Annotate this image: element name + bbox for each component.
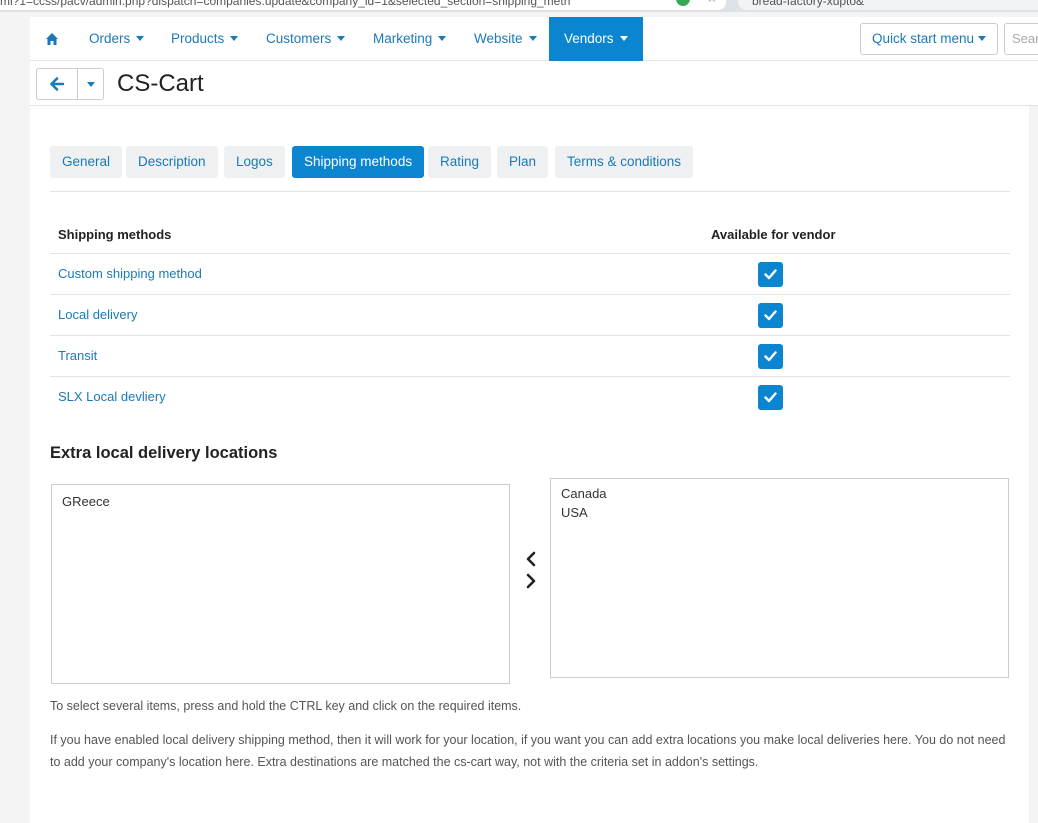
chevron-down-icon bbox=[619, 36, 628, 41]
tab-general[interactable]: General bbox=[50, 146, 123, 178]
browser-chrome: ml?1=ccss/pacv/admin.php?dispatch=compan… bbox=[0, 0, 1038, 12]
back-button[interactable] bbox=[36, 68, 78, 100]
browser-search-text: bread-factory-xupto& bbox=[752, 0, 865, 8]
shipping-method-link[interactable]: Transit bbox=[58, 348, 97, 363]
extra-locations-title: Extra local delivery locations bbox=[50, 444, 278, 462]
list-item[interactable]: Canada bbox=[561, 484, 998, 503]
nav-products[interactable]: Products bbox=[171, 17, 239, 61]
chevron-left-icon[interactable] bbox=[526, 551, 536, 567]
nav-products-label: Products bbox=[171, 31, 225, 46]
chevron-down-icon bbox=[528, 36, 537, 41]
nav-vendors[interactable]: Vendors bbox=[549, 17, 643, 61]
extension-icon[interactable] bbox=[676, 0, 690, 6]
nav-marketing-label: Marketing bbox=[373, 31, 433, 46]
nav-orders[interactable]: Orders bbox=[89, 17, 145, 61]
list-item[interactable]: GReece bbox=[62, 492, 499, 511]
checkmark-icon bbox=[764, 310, 777, 321]
nav-website-label: Website bbox=[474, 31, 523, 46]
chevron-down-icon bbox=[978, 36, 987, 41]
top-navbar: Orders Products Customers Marketing Webs… bbox=[30, 17, 1038, 61]
nav-customers-label: Customers bbox=[266, 31, 332, 46]
page-title: CS-Cart bbox=[117, 70, 204, 97]
chevron-down-icon bbox=[136, 36, 145, 41]
main-content: General Description Logos Shipping metho… bbox=[30, 106, 1029, 823]
tab-rating[interactable]: Rating bbox=[428, 146, 492, 178]
available-checkbox[interactable] bbox=[758, 344, 783, 369]
info-text: If you have enabled local delivery shipp… bbox=[50, 733, 1006, 769]
checkmark-icon bbox=[764, 351, 777, 362]
nav-home[interactable] bbox=[30, 17, 74, 61]
bookmark-star-icon[interactable]: ☆ bbox=[706, 0, 718, 5]
tab-plan[interactable]: Plan bbox=[497, 146, 549, 178]
nav-website[interactable]: Website bbox=[474, 17, 537, 61]
shipping-method-link[interactable]: Local delivery bbox=[58, 307, 138, 322]
address-bar-text: ml?1=ccss/pacv/admin.php?dispatch=compan… bbox=[0, 0, 571, 8]
available-checkbox[interactable] bbox=[758, 385, 783, 410]
nav-marketing[interactable]: Marketing bbox=[373, 17, 447, 61]
checkmark-icon bbox=[764, 392, 777, 403]
table-row: Custom shipping method bbox=[50, 253, 1010, 294]
nav-orders-label: Orders bbox=[89, 31, 131, 46]
left-gutter bbox=[0, 12, 30, 823]
tab-description[interactable]: Description bbox=[126, 146, 218, 178]
shipping-method-link[interactable]: SLX Local devliery bbox=[58, 389, 166, 404]
column-header-shipping-methods: Shipping methods bbox=[58, 227, 172, 242]
browser-search-tab[interactable]: bread-factory-xupto& bbox=[738, 0, 1038, 10]
move-arrows bbox=[526, 551, 536, 589]
column-header-available: Available for vendor bbox=[711, 227, 836, 242]
quick-start-label: Quick start menu bbox=[871, 31, 975, 46]
admin-search-placeholder: Search bbox=[1012, 31, 1038, 46]
chevron-down-icon bbox=[438, 36, 447, 41]
quick-start-menu-button[interactable]: Quick start menu bbox=[860, 23, 998, 55]
page-titlebar: CS-Cart bbox=[30, 61, 1038, 106]
chevron-down-icon bbox=[87, 82, 95, 87]
chevron-down-icon bbox=[230, 36, 239, 41]
tab-shipping-methods[interactable]: Shipping methods bbox=[292, 146, 425, 178]
home-icon bbox=[46, 33, 58, 45]
available-checkbox[interactable] bbox=[758, 303, 783, 328]
available-locations-list[interactable]: GReece bbox=[51, 484, 510, 684]
address-bar[interactable]: ml?1=ccss/pacv/admin.php?dispatch=compan… bbox=[0, 0, 726, 10]
nav-vendors-label: Vendors bbox=[564, 31, 614, 46]
checkmark-icon bbox=[764, 269, 777, 280]
table-row: Transit bbox=[50, 335, 1010, 376]
tabs-divider bbox=[50, 191, 1010, 192]
available-checkbox[interactable] bbox=[758, 262, 783, 287]
shipping-method-link[interactable]: Custom shipping method bbox=[58, 266, 202, 281]
chevron-down-icon bbox=[337, 36, 346, 41]
list-item[interactable]: USA bbox=[561, 503, 998, 522]
tab-terms-conditions[interactable]: Terms & conditions bbox=[555, 146, 694, 178]
admin-search-input[interactable]: Search bbox=[1004, 23, 1038, 55]
nav-customers[interactable]: Customers bbox=[266, 17, 346, 61]
select-hint-text: To select several items, press and hold … bbox=[50, 699, 522, 713]
arrow-left-icon bbox=[50, 77, 64, 91]
selected-locations-list[interactable]: Canada USA bbox=[550, 478, 1009, 678]
table-row: Local delivery bbox=[50, 294, 1010, 335]
tab-logos[interactable]: Logos bbox=[224, 146, 285, 178]
chevron-right-icon[interactable] bbox=[526, 573, 536, 589]
table-row: SLX Local devliery bbox=[50, 376, 1010, 417]
back-dropdown-toggle[interactable] bbox=[77, 68, 104, 100]
